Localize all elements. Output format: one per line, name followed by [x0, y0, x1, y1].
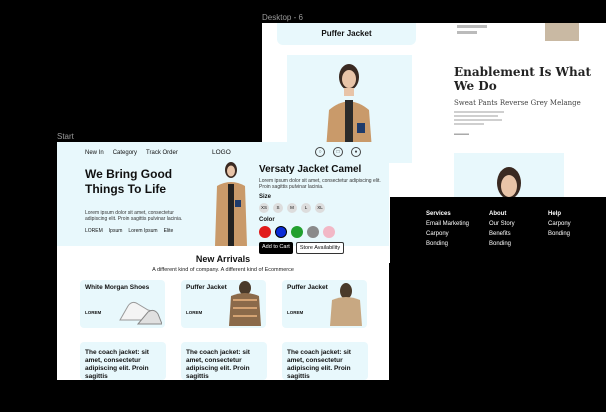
size-selector: XS S M L XL	[259, 203, 385, 213]
size-label: Size	[259, 194, 272, 200]
shoe-icon	[119, 301, 162, 325]
user-icon[interactable]: ●	[351, 147, 361, 157]
hero-description: Lorem ipsum dolor sit amet, consectetur …	[85, 210, 183, 222]
card-title: White Morgan Shoes	[85, 284, 150, 291]
product-card[interactable]: Puffer Jacket LOREM	[181, 280, 266, 328]
footer-link[interactable]: Our Story	[489, 221, 515, 227]
enablement-title: Enablement Is What We Do	[454, 65, 592, 93]
product-description: Lorem ipsum dolor sit amet, consectetur …	[259, 178, 381, 190]
product-card[interactable]: White Morgan Shoes LOREM	[80, 280, 165, 328]
hero-title: We Bring Good Things To Life	[85, 167, 173, 196]
bag-icon[interactable]: □	[333, 147, 343, 157]
nav-new-in[interactable]: New In	[85, 150, 104, 156]
back-frame-label[interactable]: Desktop - 6	[262, 13, 303, 22]
front-frame: New In Category Track Order LOGO ○ □ ● W…	[57, 142, 389, 380]
footer-col-services: Services Email Marketing Carpony Bonding	[426, 211, 469, 251]
model-figure-icon	[497, 167, 521, 199]
footer-heading: Services	[426, 211, 451, 217]
header-icons: ○ □ ●	[315, 147, 361, 157]
footer-link[interactable]: Bonding	[426, 241, 469, 247]
promo-card[interactable]: The coach jacket: sit amet, consectetur …	[282, 342, 368, 380]
hero-model-image	[215, 162, 247, 246]
product-card[interactable]: Puffer Jacket LOREM	[282, 280, 367, 328]
product-title: Versaty Jacket Camel	[259, 164, 362, 175]
hero-links: LOREM Ipsum Lorem Ipsum Elite	[85, 228, 173, 234]
footer-heading: Help	[548, 211, 562, 217]
jacket-model-icon	[229, 281, 261, 326]
card-lorem: LOREM	[287, 310, 304, 315]
footer-link[interactable]: Email Marketing	[426, 221, 469, 227]
size-option[interactable]: S	[273, 203, 283, 213]
back-top-text-lines	[457, 25, 517, 37]
store-availability-button[interactable]: Store Availability	[295, 242, 345, 254]
design-canvas: Desktop - 6 Start Puffer Jacket Enableme…	[0, 0, 606, 412]
new-arrivals-subtitle: A different kind of company. A different…	[152, 267, 294, 273]
color-swatch-pink[interactable]	[323, 226, 335, 238]
footer-col-help: Help Carpony Bonding	[548, 211, 571, 241]
search-icon[interactable]: ○	[315, 147, 325, 157]
card-lorem: LOREM	[85, 310, 102, 315]
enablement-subtitle: Sweat Pants Reverse Grey Melange	[454, 99, 581, 107]
footer-link[interactable]: Bonding	[548, 231, 571, 237]
footer-link[interactable]: Carpony	[548, 221, 571, 227]
color-swatch-green[interactable]	[291, 226, 303, 238]
add-to-cart-button[interactable]: Add to Cart	[259, 242, 293, 254]
main-nav: New In Category Track Order	[85, 150, 178, 156]
hero-link[interactable]: LOREM	[85, 228, 103, 234]
promo-card[interactable]: The coach jacket: sit amet, consectetur …	[181, 342, 267, 380]
card-title: Puffer Jacket	[287, 284, 328, 291]
hero-link[interactable]: Ipsum	[109, 228, 123, 234]
footer-col-about: About Our Story Benefits Bonding	[489, 211, 515, 251]
footer-heading: About	[489, 211, 507, 217]
back-top-thumbnail	[545, 23, 579, 41]
card-lorem: LOREM	[186, 310, 203, 315]
color-swatch-red[interactable]	[259, 226, 271, 238]
size-option[interactable]: XL	[315, 203, 325, 213]
back-card-title: Puffer Jacket	[277, 23, 416, 45]
logo[interactable]: LOGO	[212, 149, 231, 156]
hero-section: New In Category Track Order LOGO ○ □ ● W…	[57, 142, 389, 254]
jacket-model-icon	[330, 283, 362, 326]
size-option[interactable]: XS	[259, 203, 269, 213]
back-model-image-2	[454, 153, 564, 203]
product-info: Versaty Jacket Camel Lorem ipsum dolor s…	[259, 164, 385, 254]
color-swatch-grey[interactable]	[307, 226, 319, 238]
enablement-body	[454, 111, 594, 125]
footer-link[interactable]: Bonding	[489, 241, 515, 247]
color-swatch-blue[interactable]	[275, 226, 287, 238]
color-selector	[259, 226, 385, 238]
enablement-block: Enablement Is What We Do Sweat Pants Rev…	[454, 65, 594, 137]
product-actions: Add to Cart Store Availability	[259, 242, 385, 254]
back-price: ▬▬▬	[454, 131, 469, 137]
front-frame-label[interactable]: Start	[57, 132, 74, 141]
color-label: Color	[259, 217, 275, 223]
hero-link[interactable]: Lorem Ipsum	[128, 228, 157, 234]
size-option[interactable]: M	[287, 203, 297, 213]
hero-link[interactable]: Elite	[164, 228, 174, 234]
footer-link[interactable]: Benefits	[489, 231, 515, 237]
nav-track-order[interactable]: Track Order	[146, 150, 178, 156]
new-arrivals-title: New Arrivals	[195, 254, 251, 264]
footer-link[interactable]: Carpony	[426, 231, 469, 237]
promo-card[interactable]: The coach jacket: sit amet, consectetur …	[80, 342, 166, 380]
nav-category[interactable]: Category	[113, 150, 137, 156]
card-title: Puffer Jacket	[186, 284, 227, 291]
size-option[interactable]: L	[301, 203, 311, 213]
back-footer: Services Email Marketing Carpony Bonding…	[390, 197, 606, 263]
